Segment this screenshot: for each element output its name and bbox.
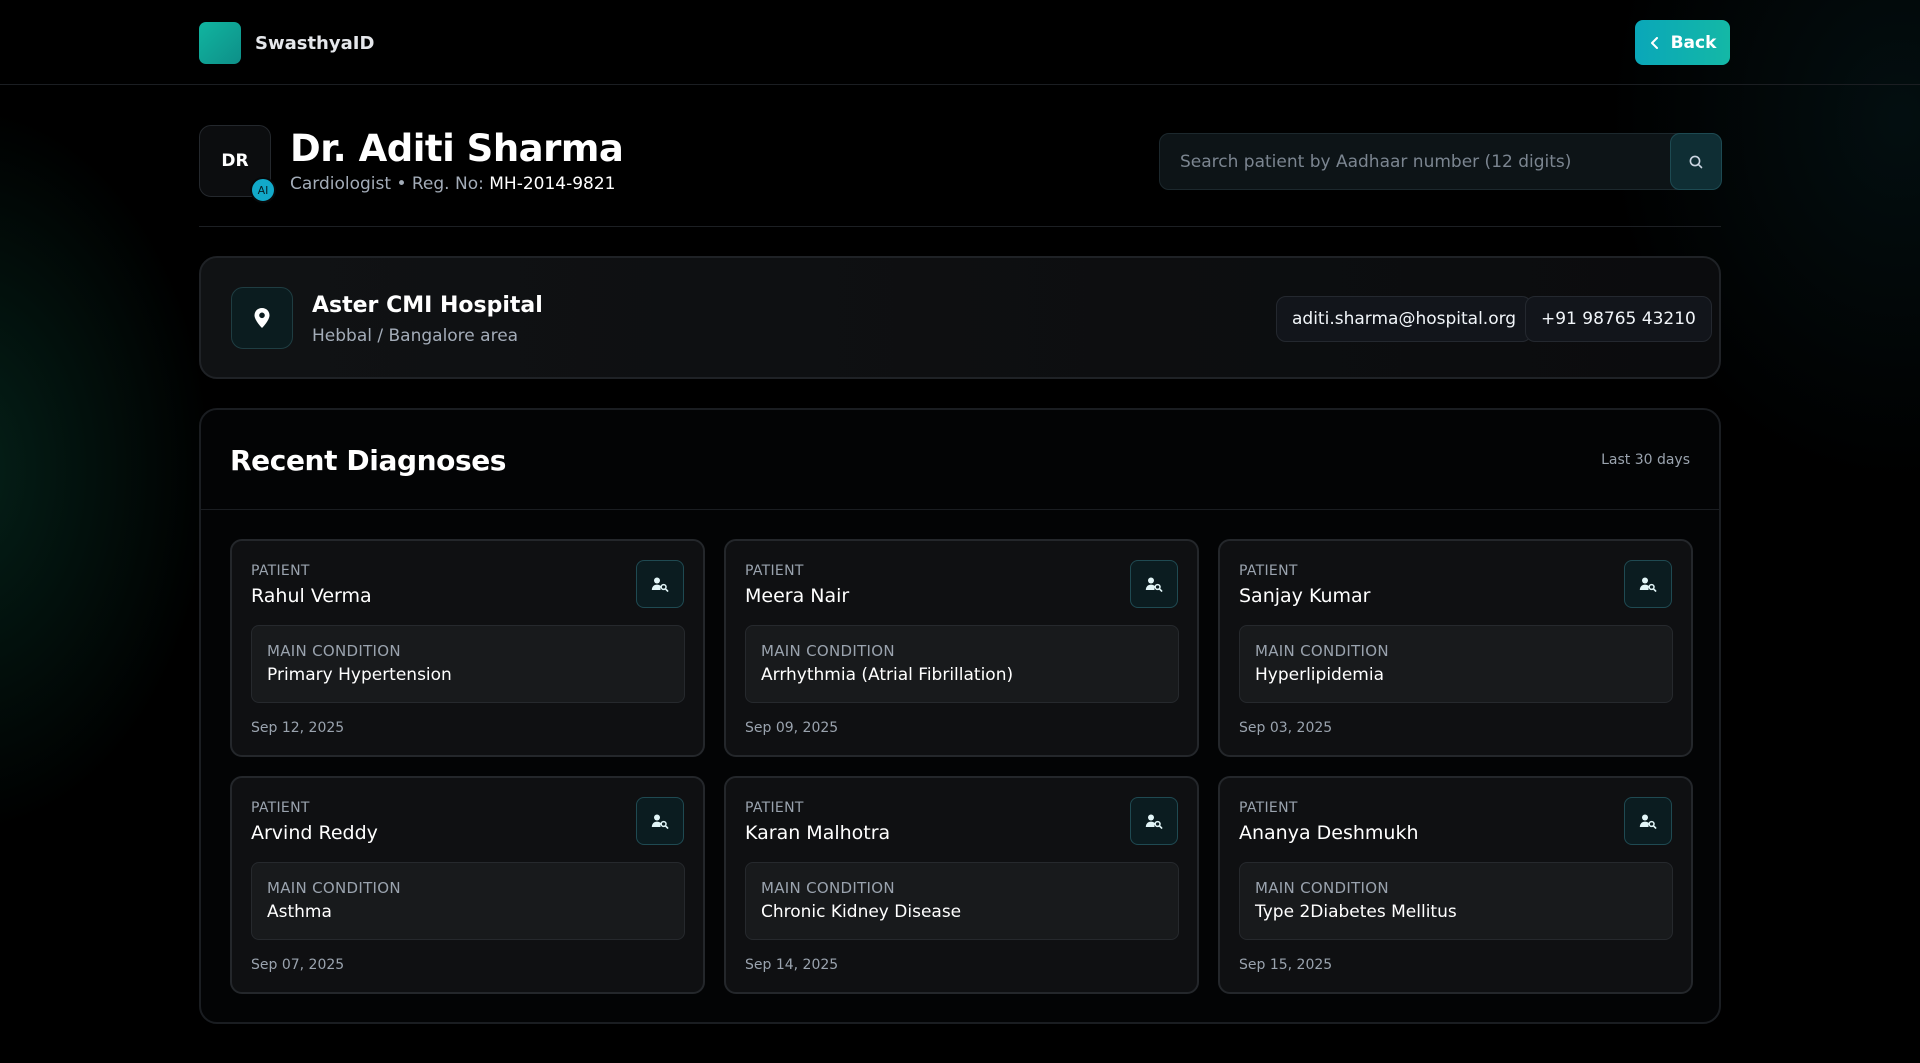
diagnosis-card: PATIENT Meera Nair MAIN CONDITION Arrhyt… <box>724 539 1199 757</box>
doctor-name: Dr. Aditi Sharma <box>290 127 624 170</box>
user-search-icon <box>1145 577 1163 592</box>
patient-name: Arvind Reddy <box>251 822 378 844</box>
header-divider <box>199 226 1721 227</box>
search-icon <box>1689 155 1703 168</box>
user-search-icon <box>1639 814 1657 829</box>
diagnosis-date: Sep 12, 2025 <box>251 720 345 736</box>
diagnosis-date: Sep 09, 2025 <box>745 720 839 736</box>
view-patient-button[interactable] <box>1624 560 1672 608</box>
condition-value: Arrhythmia (Atrial Fibrillation) <box>761 665 1014 685</box>
diagnosis-card: PATIENT Karan Malhotra MAIN CONDITION Ch… <box>724 776 1199 994</box>
diagnosis-date: Sep 14, 2025 <box>745 957 839 973</box>
view-patient-button[interactable] <box>1130 797 1178 845</box>
user-search-icon <box>1145 814 1163 829</box>
condition-box: MAIN CONDITION Arrhythmia (Atrial Fibril… <box>745 625 1179 703</box>
condition-box: MAIN CONDITION Primary Hypertension <box>251 625 685 703</box>
diagnosis-date: Sep 15, 2025 <box>1239 957 1333 973</box>
recent-diagnoses-panel: Recent Diagnoses Last 30 days PATIENT Ra… <box>199 408 1721 1024</box>
phone-pill[interactable]: +91 98765 43210 <box>1525 296 1712 342</box>
condition-value: Primary Hypertension <box>267 665 452 685</box>
back-button-label: Back <box>1670 32 1717 53</box>
hospital-name: Aster CMI Hospital <box>312 293 543 318</box>
diagnosis-grid: PATIENT Rahul Verma MAIN CONDITION Prima… <box>230 539 1693 994</box>
condition-label: MAIN CONDITION <box>761 642 895 660</box>
doctor-subtitle: Cardiologist • Reg. No: MH-2014-9821 <box>290 174 616 194</box>
patient-name: Meera Nair <box>745 585 850 607</box>
patient-label: PATIENT <box>251 563 310 579</box>
diagnosis-card: PATIENT Ananya Deshmukh MAIN CONDITION T… <box>1218 776 1693 994</box>
back-button[interactable]: Back <box>1635 20 1730 65</box>
user-search-icon <box>651 577 669 592</box>
hospital-location <box>231 287 293 349</box>
condition-label: MAIN CONDITION <box>1255 879 1389 897</box>
condition-box: MAIN CONDITION Chronic Kidney Disease <box>745 862 1179 940</box>
condition-value: Hyperlipidemia <box>1255 665 1384 685</box>
condition-value: Type 2Diabetes Mellitus <box>1255 902 1457 922</box>
hospital-area: Hebbal / Bangalore area <box>312 326 519 346</box>
condition-label: MAIN CONDITION <box>761 879 895 897</box>
diagnosis-card: PATIENT Arvind Reddy MAIN CONDITION Asth… <box>230 776 705 994</box>
hospital-card: Aster CMI Hospital Hebbal / Bangalore ar… <box>199 256 1721 379</box>
condition-label: MAIN CONDITION <box>267 642 401 660</box>
patient-name: Karan Malhotra <box>745 822 891 844</box>
patient-name: Sanjay Kumar <box>1239 585 1371 607</box>
view-patient-button[interactable] <box>1130 560 1178 608</box>
condition-label: MAIN CONDITION <box>1255 642 1389 660</box>
panel-divider <box>201 509 1719 510</box>
diagnosis-date: Sep 03, 2025 <box>1239 720 1333 736</box>
view-patient-button[interactable] <box>636 797 684 845</box>
date-range-label: Last 30 days <box>1601 452 1690 468</box>
diagnosis-date: Sep 07, 2025 <box>251 957 345 973</box>
patient-name: Rahul Verma <box>251 585 372 607</box>
condition-box: MAIN CONDITION Type 2Diabetes Mellitus <box>1239 862 1673 940</box>
condition-box: MAIN CONDITION Asthma <box>251 862 685 940</box>
map-pin-icon <box>254 308 270 328</box>
search-input[interactable] <box>1160 134 1670 189</box>
panel-title: Recent Diagnoses <box>230 444 507 477</box>
patient-label: PATIENT <box>745 800 804 816</box>
doctor-initials: DR <box>221 151 249 171</box>
email-pill[interactable]: aditi.sharma@hospital.org <box>1276 296 1533 342</box>
top-navbar: SwasthyaID Back <box>0 0 1920 85</box>
patient-label: PATIENT <box>745 563 804 579</box>
patient-label: PATIENT <box>1239 563 1298 579</box>
doctor-specialty: Cardiologist • Reg. No: <box>290 174 490 194</box>
condition-label: MAIN CONDITION <box>267 879 401 897</box>
view-patient-button[interactable] <box>1624 797 1672 845</box>
brand-name: SwasthyaID <box>255 32 375 54</box>
condition-box: MAIN CONDITION Hyperlipidemia <box>1239 625 1673 703</box>
ai-badge-label: AI <box>257 183 269 197</box>
patient-name: Ananya Deshmukh <box>1239 822 1419 844</box>
ai-badge: AI <box>250 177 276 203</box>
diagnosis-card: PATIENT Sanjay Kumar MAIN CONDITION Hype… <box>1218 539 1693 757</box>
brand-logo <box>199 22 241 64</box>
patient-search <box>1159 133 1722 190</box>
diagnosis-card: PATIENT Rahul Verma MAIN CONDITION Prima… <box>230 539 705 757</box>
patient-label: PATIENT <box>251 800 310 816</box>
search-button[interactable] <box>1670 133 1722 190</box>
user-search-icon <box>651 814 669 829</box>
user-search-icon <box>1639 577 1657 592</box>
patient-label: PATIENT <box>1239 800 1298 816</box>
chevron-left-icon <box>1650 36 1658 49</box>
condition-value: Asthma <box>267 902 332 922</box>
doctor-reg-no: MH-2014-9821 <box>489 174 616 194</box>
brand[interactable]: SwasthyaID <box>199 22 374 64</box>
condition-value: Chronic Kidney Disease <box>761 902 962 922</box>
view-patient-button[interactable] <box>636 560 684 608</box>
